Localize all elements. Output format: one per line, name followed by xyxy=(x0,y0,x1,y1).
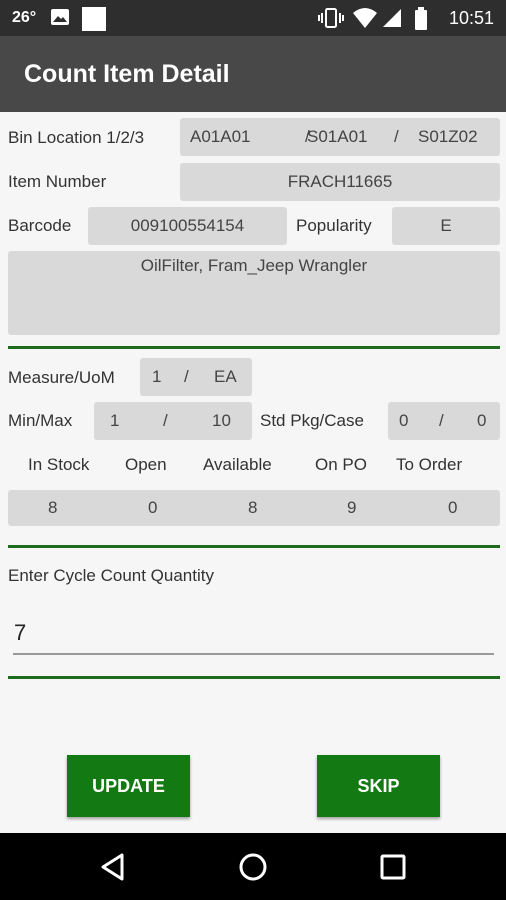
min-max-field: 1 / 10 xyxy=(94,402,252,440)
home-icon[interactable] xyxy=(233,847,273,887)
section-divider xyxy=(8,676,500,679)
bin-separator-2: / xyxy=(394,127,399,146)
barcode-label: Barcode xyxy=(8,216,72,235)
min-value: 1 xyxy=(110,411,120,430)
max-value: 10 xyxy=(212,411,231,430)
in-stock-value: 8 xyxy=(48,498,58,517)
item-number-field: FRACH11665 xyxy=(180,163,500,201)
description-field: OilFilter, Fram_Jeep Wrangler xyxy=(8,251,500,335)
signal-icon xyxy=(383,9,401,27)
recent-apps-icon[interactable] xyxy=(373,847,413,887)
navigation-bar xyxy=(0,833,506,900)
measure-qty: 1 xyxy=(152,367,162,386)
header-on-po: On PO xyxy=(315,455,367,474)
wifi-icon xyxy=(353,8,377,28)
case-value: 0 xyxy=(477,411,487,430)
header-open: Open xyxy=(125,455,167,474)
item-number-value: FRACH11665 xyxy=(287,172,393,191)
available-value: 8 xyxy=(248,498,258,517)
std-pkg-case-label: Std Pkg/Case xyxy=(260,411,364,430)
page-title: Count Item Detail xyxy=(24,60,230,88)
vibrate-icon xyxy=(318,8,344,28)
update-button[interactable]: UPDATE xyxy=(67,755,190,817)
cycle-count-input[interactable]: 7 xyxy=(14,620,26,646)
square-notification-icon xyxy=(82,7,106,31)
header-available: Available xyxy=(203,455,272,474)
to-order-value: 0 xyxy=(448,498,458,517)
status-bar: 26° 10:51 xyxy=(0,0,506,36)
cycle-count-underline xyxy=(13,653,494,655)
item-number-label: Item Number xyxy=(8,172,107,191)
std-pkg-value: 0 xyxy=(399,411,409,430)
bin-location-3: S01Z02 xyxy=(418,127,478,146)
measure-uom-field: 1 / EA xyxy=(140,358,252,396)
on-po-value: 9 xyxy=(347,498,357,517)
header-in-stock: In Stock xyxy=(28,455,90,474)
popularity-value: E xyxy=(440,216,452,235)
stock-values-row: 8 0 8 9 0 xyxy=(8,490,500,526)
std-pkg-separator: / xyxy=(439,411,444,430)
bin-location-label: Bin Location 1/2/3 xyxy=(8,128,145,147)
bin-location-1: A01A01 xyxy=(190,127,251,146)
image-icon xyxy=(51,9,69,25)
measure-separator: / xyxy=(184,367,189,386)
measure-uom-label: Measure/UoM xyxy=(8,368,115,387)
cycle-count-label: Enter Cycle Count Quantity xyxy=(8,566,214,585)
back-icon[interactable] xyxy=(94,847,134,887)
section-divider xyxy=(8,346,500,349)
bin-location-field: A01A01 / S01A01 / S01Z02 xyxy=(180,118,500,156)
bin-location-2: S01A01 xyxy=(307,127,368,146)
barcode-value: 009100554154 xyxy=(130,216,245,235)
header-to-order: To Order xyxy=(396,455,463,474)
std-pkg-case-field: 0 / 0 xyxy=(388,402,500,440)
battery-icon xyxy=(415,7,427,30)
description-text: OilFilter, Fram_Jeep Wrangler xyxy=(140,256,368,275)
temperature-text: 26° xyxy=(12,9,37,26)
app-bar: Count Item Detail xyxy=(0,36,506,112)
open-value: 0 xyxy=(148,498,158,517)
clock-text: 10:51 xyxy=(448,8,494,28)
barcode-field: 009100554154 xyxy=(88,207,287,245)
uom-value: EA xyxy=(214,367,237,386)
min-max-label: Min/Max xyxy=(8,411,73,430)
popularity-field: E xyxy=(392,207,500,245)
popularity-label: Popularity xyxy=(296,216,372,235)
min-max-separator: / xyxy=(163,411,168,430)
count-item-form: Bin Location 1/2/3 A01A01 / S01A01 / S01… xyxy=(0,112,506,833)
skip-button[interactable]: SKIP xyxy=(317,755,440,817)
section-divider xyxy=(8,545,500,548)
